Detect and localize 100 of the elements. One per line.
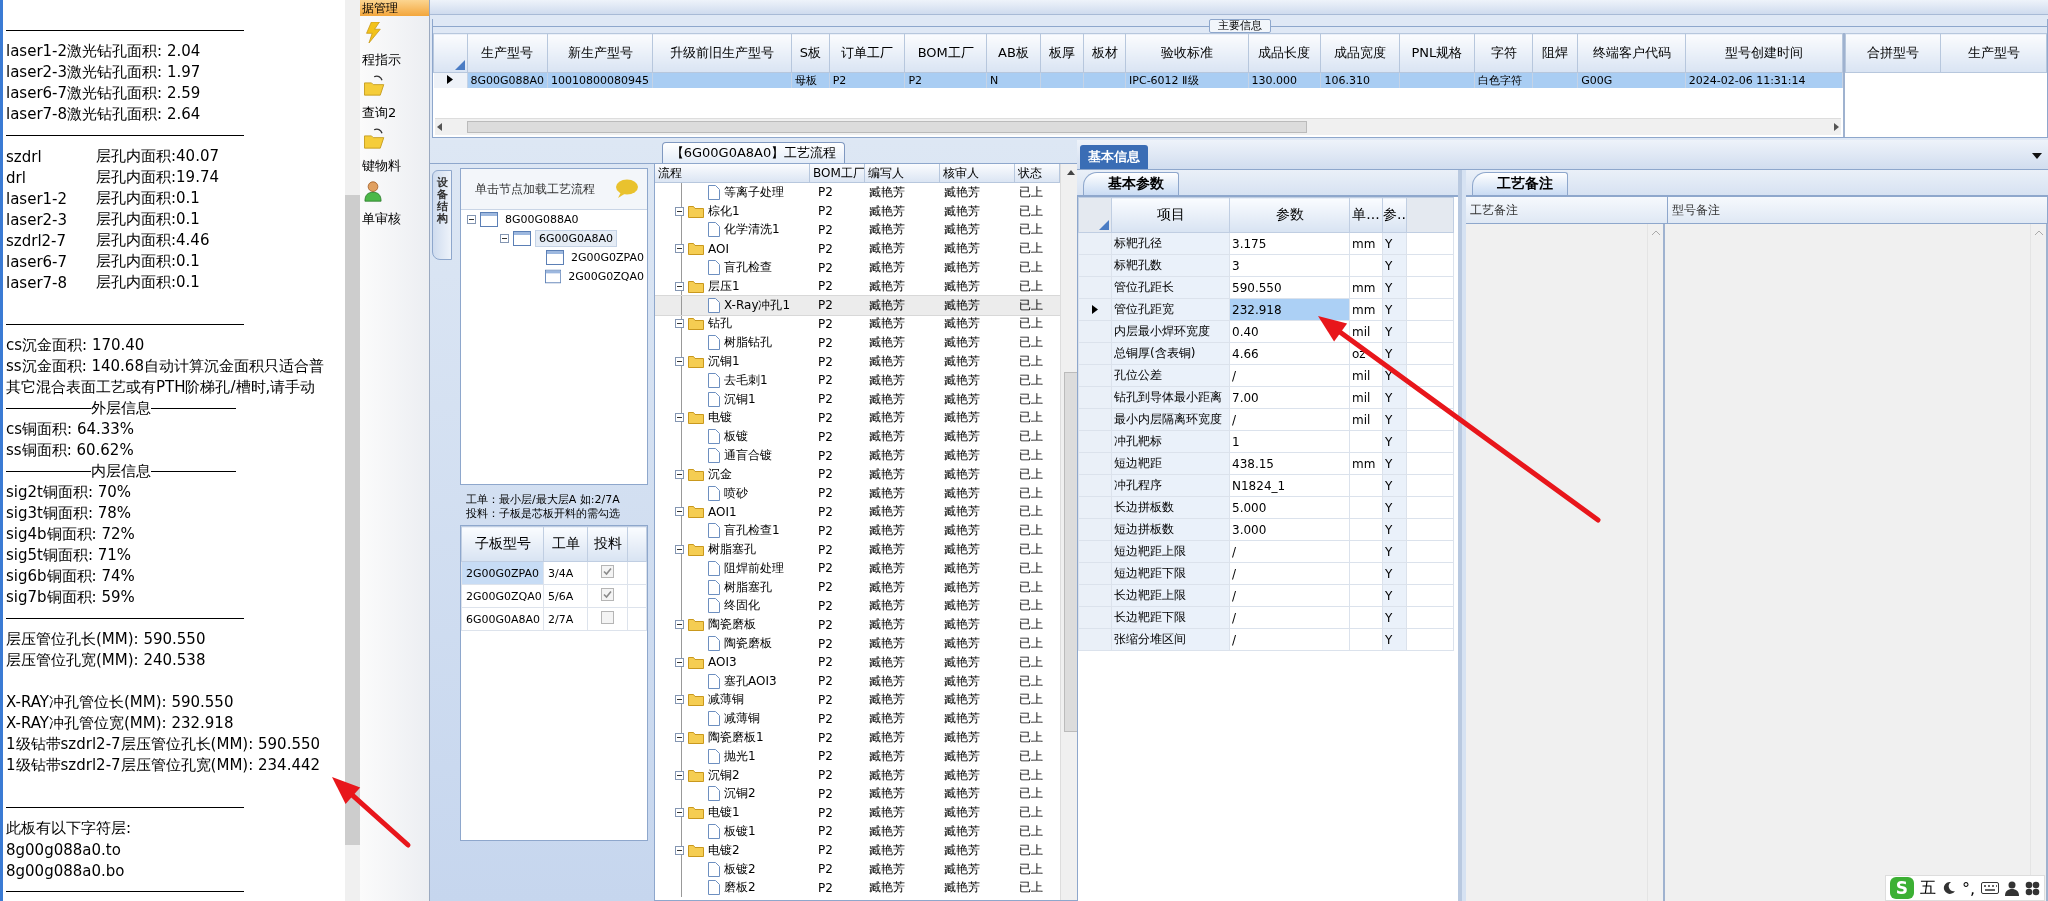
table-row[interactable]: X-Ray冲孔1 P2 臧艳芳 臧艳芳 已上 — [655, 295, 1060, 315]
table-cell[interactable]: / — [1229, 562, 1350, 585]
vertical-scrollbar[interactable] — [1060, 164, 1080, 900]
table-row[interactable]: 板镀 P2 臧艳芳 臧艳芳 已上 — [655, 427, 1060, 447]
column-header[interactable]: 板材 — [1083, 33, 1126, 73]
tree-node[interactable]: 钻孔 — [708, 315, 732, 333]
table-row[interactable]: 板镀2 P2 臧艳芳 臧艳芳 已上 — [655, 859, 1060, 879]
tree-node[interactable]: 陶瓷磨板1 — [708, 729, 764, 746]
tree-node[interactable]: 阻焊前处理 — [724, 559, 784, 577]
ime-mode[interactable]: 五 — [1919, 877, 1936, 899]
select-all-corner[interactable] — [1099, 220, 1109, 230]
table-row[interactable]: 减薄铜 P2 臧艳芳 臧艳芳 已上 — [655, 709, 1060, 729]
tree-node[interactable]: 树脂钻孔 — [724, 334, 772, 352]
table-cell[interactable]: / — [1229, 606, 1350, 629]
tree-node[interactable]: 化学清洗1 — [724, 221, 780, 239]
tree-node[interactable]: AOI1 — [708, 504, 737, 519]
column-header[interactable]: 阻焊 — [1532, 33, 1578, 73]
table-row[interactable]: AOI P2 臧艳芳 臧艳芳 已上 — [655, 239, 1060, 259]
table-cell[interactable]: / — [1229, 584, 1350, 607]
scroll-up-icon[interactable] — [1066, 168, 1076, 176]
column-header[interactable]: 单... — [1349, 197, 1383, 233]
tree-node[interactable]: 等离子处理 — [724, 183, 784, 201]
collapse-icon[interactable] — [675, 206, 684, 216]
grid-icon[interactable] — [2025, 880, 2040, 896]
table-cell[interactable]: / — [1229, 540, 1350, 563]
menu-item[interactable]: 查询2 — [362, 104, 397, 122]
column-header[interactable]: 子板型号 — [461, 526, 544, 562]
tree-node[interactable]: 沉铜2 — [724, 785, 756, 803]
table-cell[interactable]: / — [1229, 364, 1350, 387]
menu-item[interactable]: 程指示 — [362, 51, 401, 69]
table-row[interactable]: 电镀 P2 臧艳芳 臧艳芳 已上 — [655, 408, 1060, 428]
table-row[interactable]: 钻孔 P2 臧艳芳 臧艳芳 已上 — [655, 314, 1060, 334]
collapse-icon[interactable] — [675, 620, 684, 630]
column-header[interactable]: BOM工厂 — [810, 164, 865, 182]
panel-tab[interactable]: 【6G00G0A8A0】工艺流程 — [661, 142, 846, 163]
tree-node[interactable]: 树脂塞孔 — [708, 541, 756, 559]
table-cell[interactable]: 590.550 — [1229, 276, 1350, 299]
table-row[interactable]: 层压1 P2 臧艳芳 臧艳芳 已上 — [655, 277, 1060, 296]
tree-node[interactable]: 喷砂 — [724, 484, 748, 502]
table-row[interactable]: 沉铜2 P2 臧艳芳 臧艳芳 已上 — [655, 784, 1060, 804]
tree-node[interactable]: 盲孔检查1 — [724, 522, 780, 540]
column-header[interactable]: 合拼型号 — [1845, 33, 1941, 73]
person-icon[interactable] — [2005, 880, 2019, 896]
column-header[interactable]: 字符 — [1474, 33, 1533, 73]
column-header[interactable]: 流程 — [655, 164, 810, 182]
column-header[interactable]: PNL规格 — [1399, 33, 1475, 73]
table-cell[interactable]: / — [1229, 408, 1350, 431]
column-header[interactable]: 新生产型号 — [547, 33, 653, 73]
collapse-icon[interactable] — [675, 413, 684, 423]
table-cell[interactable]: 1 — [1229, 430, 1350, 453]
table-row[interactable]: 电镀2 P2 臧艳芳 臧艳芳 已上 — [655, 840, 1060, 860]
column-header[interactable]: 升级前旧生产型号 — [652, 33, 792, 73]
collapse-icon[interactable] — [675, 281, 684, 291]
tree-node[interactable]: 2G00G0ZPA0 — [567, 250, 647, 265]
table-cell[interactable]: N1824_1 — [1229, 474, 1350, 497]
table-row[interactable]: 通盲合镀 P2 臧艳芳 臧艳芳 已上 — [655, 446, 1060, 465]
tree-node[interactable]: 通盲合镀 — [724, 447, 772, 465]
collapse-icon[interactable] — [675, 507, 684, 517]
table-row[interactable]: 陶瓷磨板 P2 臧艳芳 臧艳芳 已上 — [655, 634, 1060, 653]
tree-node[interactable]: 陶瓷磨板 — [708, 616, 756, 634]
tree-node[interactable]: 终固化 — [724, 597, 760, 615]
collapse-icon[interactable] — [675, 469, 684, 479]
table-row[interactable]: 化学清洗1 P2 臧艳芳 臧艳芳 已上 — [655, 220, 1060, 240]
collapse-icon[interactable] — [675, 357, 684, 367]
tree-node[interactable]: 磨板2 — [724, 879, 756, 897]
tree-node[interactable]: AOI — [708, 241, 729, 256]
keyboard-icon[interactable] — [1981, 882, 1999, 894]
tree-node[interactable]: 8G00G088A0 — [502, 212, 582, 227]
table-row[interactable]: 喷砂 P2 臧艳芳 臧艳芳 已上 — [655, 483, 1060, 503]
tree-node[interactable]: 去毛刺1 — [724, 371, 768, 389]
table-row[interactable]: 减薄铜 P2 臧艳芳 臧艳芳 已上 — [655, 690, 1060, 710]
tree-node[interactable]: 电镀1 — [708, 804, 740, 822]
table-row[interactable]: 盲孔检查1 P2 臧艳芳 臧艳芳 已上 — [655, 521, 1060, 541]
table-cell[interactable]: 3 — [1229, 254, 1350, 277]
table-row[interactable]: AOI3 P2 臧艳芳 臧艳芳 已上 — [655, 652, 1060, 672]
column-header[interactable]: 参.. — [1382, 197, 1407, 233]
checkbox[interactable] — [601, 611, 614, 624]
tree-node[interactable]: AOI3 — [708, 655, 737, 670]
tab[interactable]: 基本参数 — [1083, 172, 1179, 195]
table-row[interactable]: 磨板2 P2 臧艳芳 臧艳芳 已上 — [655, 878, 1060, 898]
tree-node[interactable]: 沉铜2 — [708, 766, 740, 784]
collapse-icon[interactable] — [675, 545, 684, 555]
table-row[interactable]: 盲孔检查 P2 臧艳芳 臧艳芳 已上 — [655, 258, 1060, 277]
tree-node[interactable]: 层压1 — [708, 277, 740, 295]
table-row[interactable]: 沉铜1 P2 臧艳芳 臧艳芳 已上 — [655, 352, 1060, 371]
checkbox[interactable] — [601, 565, 614, 578]
table-cell[interactable]: 5.000 — [1229, 496, 1350, 519]
table-row[interactable]: 棕化1 P2 臧艳芳 臧艳芳 已上 — [655, 201, 1060, 221]
collapse-icon[interactable] — [675, 808, 684, 818]
column-header[interactable]: 成品长度 — [1248, 33, 1321, 73]
column-header[interactable]: BOM工厂 — [904, 33, 987, 73]
table-cell[interactable]: 4.66 — [1229, 342, 1350, 365]
column-header[interactable]: S板 — [791, 33, 830, 73]
table-row[interactable]: 树脂钻孔 P2 臧艳芳 臧艳芳 已上 — [655, 333, 1060, 353]
column-header[interactable]: AB板 — [986, 33, 1041, 73]
menu-header[interactable]: 据管理 — [360, 0, 429, 16]
column-header[interactable]: 核审人 — [940, 164, 1015, 182]
punctuation-toggle[interactable]: °, — [1961, 878, 1975, 898]
column-header[interactable]: 生产型号 — [1940, 33, 2047, 73]
table-row[interactable]: 2G00G0ZPA0 3/4A — [461, 561, 647, 585]
